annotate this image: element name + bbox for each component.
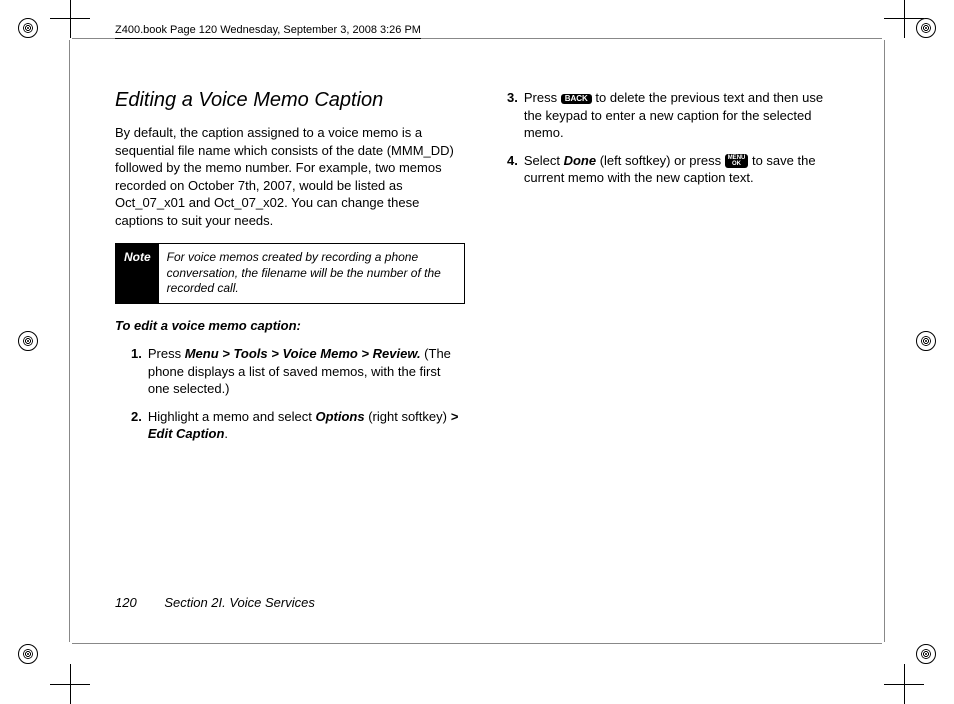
registration-mark-bl	[18, 644, 38, 664]
step-1: 1. Press Menu > Tools > Voice Memo > Rev…	[115, 345, 465, 398]
step-3: 3. Press BACK to delete the previous tex…	[491, 89, 841, 142]
steps-right: 3. Press BACK to delete the previous tex…	[491, 89, 841, 187]
step-number: 4.	[507, 152, 518, 187]
note-label: Note	[116, 244, 159, 303]
step-number: 2.	[131, 408, 142, 443]
step-2: 2. Highlight a memo and select Options (…	[115, 408, 465, 443]
page-number: 120	[115, 595, 137, 610]
menu-path: Menu > Tools > Voice Memo > Review.	[185, 346, 421, 361]
softkey-name: Options	[316, 409, 365, 424]
step-4: 4. Select Done (left softkey) or press M…	[491, 152, 841, 187]
step-body: Press Menu > Tools > Voice Memo > Review…	[148, 345, 465, 398]
section-name: Section 2I. Voice Services	[164, 595, 315, 610]
procedure-heading: To edit a voice memo caption:	[115, 318, 465, 333]
crop-line-bottom	[72, 643, 882, 644]
crop-line-right	[884, 40, 885, 642]
crop-line-left	[69, 40, 70, 642]
registration-mark-right	[916, 331, 936, 351]
note-text: For voice memos created by recording a p…	[159, 244, 464, 303]
book-header: Z400.book Page 120 Wednesday, September …	[115, 24, 421, 39]
step-number: 1.	[131, 345, 142, 398]
left-column: Editing a Voice Memo Caption By default,…	[115, 89, 465, 453]
step-number: 3.	[507, 89, 518, 142]
menu-ok-key-icon: MENUOK	[725, 154, 749, 168]
page-footer: 120 Section 2I. Voice Services	[115, 595, 315, 610]
content-columns: Editing a Voice Memo Caption By default,…	[115, 89, 865, 453]
registration-mark-br	[916, 644, 936, 664]
registration-mark-tl	[18, 18, 38, 38]
step-body: Select Done (left softkey) or press MENU…	[524, 152, 841, 187]
registration-mark-tr	[916, 18, 936, 38]
intro-paragraph: By default, the caption assigned to a vo…	[115, 124, 465, 229]
right-column: 3. Press BACK to delete the previous tex…	[491, 89, 841, 453]
step-body: Press BACK to delete the previous text a…	[524, 89, 841, 142]
section-title: Editing a Voice Memo Caption	[115, 89, 465, 112]
softkey-name: Done	[564, 153, 597, 168]
step-body: Highlight a memo and select Options (rig…	[148, 408, 465, 443]
note-box: Note For voice memos created by recordin…	[115, 243, 465, 304]
registration-mark-left	[18, 331, 38, 351]
steps-left: 1. Press Menu > Tools > Voice Memo > Rev…	[115, 345, 465, 443]
document-page: Z400.book Page 120 Wednesday, September …	[95, 20, 865, 640]
back-key-icon: BACK	[561, 94, 592, 104]
